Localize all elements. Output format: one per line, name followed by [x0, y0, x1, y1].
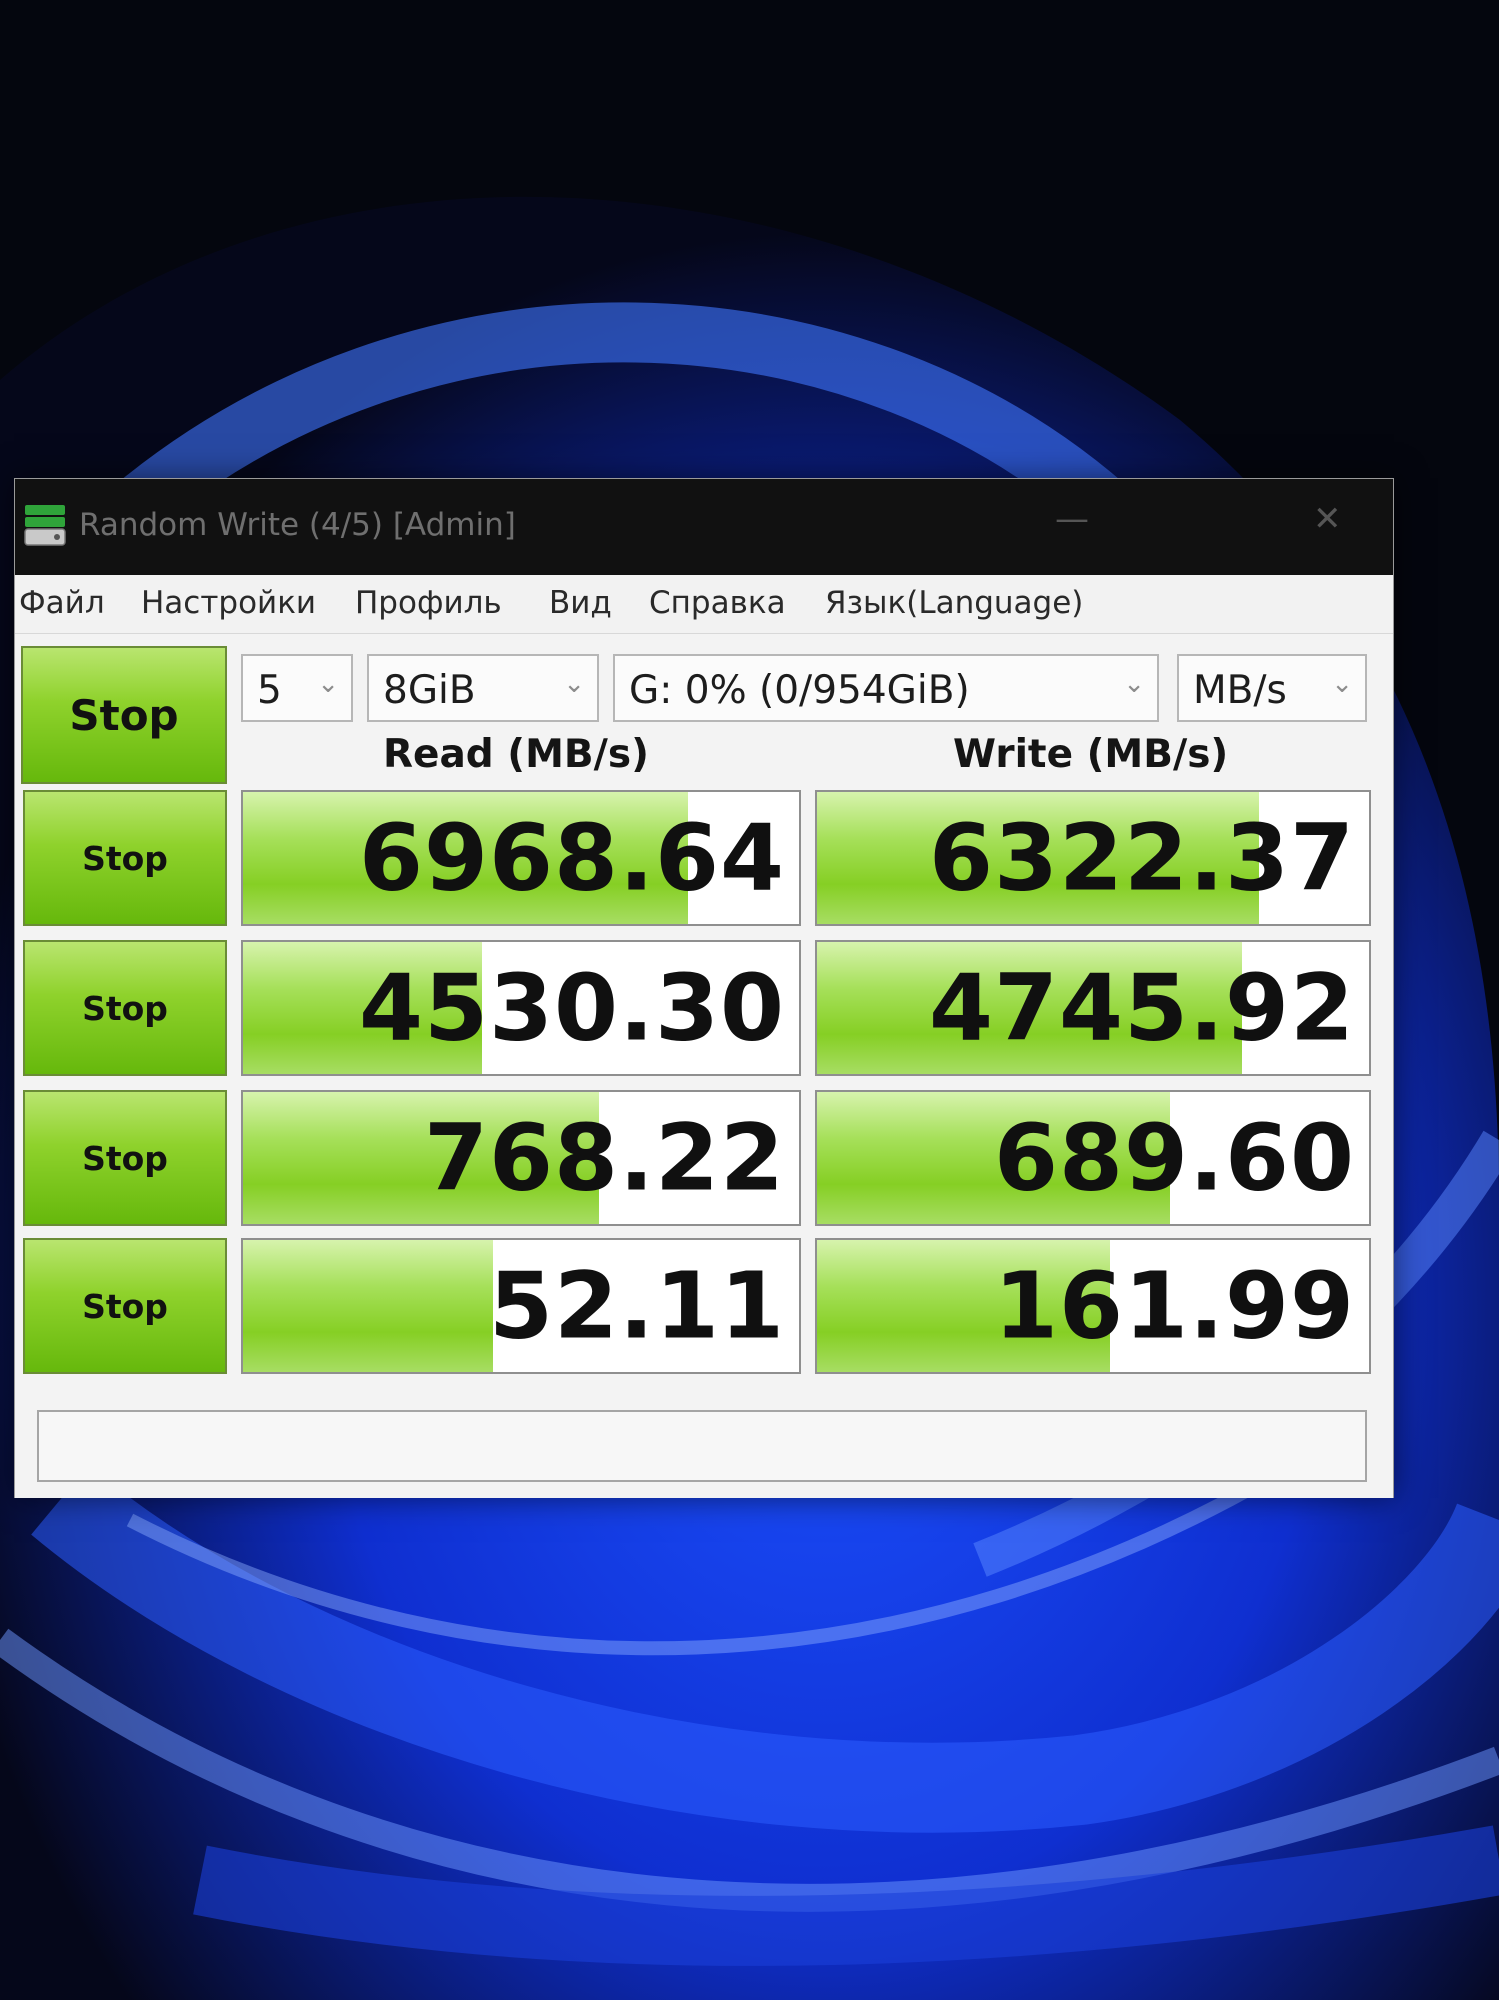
menu-help[interactable]: Справка	[649, 585, 786, 621]
chevron-down-icon: ⌄	[1331, 669, 1353, 699]
app-window: Random Write (4/5) [Admin] — ✕ Файл Наст…	[14, 478, 1394, 1498]
menu-profile[interactable]: Профиль	[355, 585, 502, 621]
unit-value: MB/s	[1193, 668, 1287, 713]
stop-test-button[interactable]: Stop	[23, 940, 227, 1076]
read-progress-bar	[243, 1240, 494, 1372]
read-speed-value: 52.11	[488, 1252, 785, 1360]
test-count-value: 5	[257, 668, 282, 713]
read-column-header: Read (MB/s)	[383, 732, 649, 777]
chevron-down-icon: ⌄	[1123, 669, 1145, 699]
status-bar	[37, 1410, 1367, 1482]
write-result-cell: 6322.37	[815, 790, 1371, 926]
drive-value: G: 0% (0/954GiB)	[629, 668, 970, 713]
stop-all-button[interactable]: Stop	[21, 646, 227, 784]
write-result-cell: 161.99	[815, 1238, 1371, 1374]
menu-bar: Файл Настройки Профиль Вид Справка Язык(…	[15, 575, 1393, 634]
test-count-select[interactable]: 5 ⌄	[241, 654, 353, 722]
minimize-button[interactable]: —	[1055, 499, 1089, 539]
close-button[interactable]: ✕	[1313, 499, 1342, 539]
write-speed-value: 161.99	[993, 1252, 1355, 1360]
write-speed-value: 6322.37	[928, 804, 1355, 912]
disk-app-icon	[24, 505, 66, 546]
chevron-down-icon: ⌄	[563, 669, 585, 699]
chevron-down-icon: ⌄	[317, 669, 339, 699]
write-speed-value: 4745.92	[928, 954, 1355, 1062]
drive-select[interactable]: G: 0% (0/954GiB) ⌄	[613, 654, 1159, 722]
menu-file[interactable]: Файл	[19, 585, 105, 621]
read-speed-value: 768.22	[423, 1104, 785, 1212]
read-result-cell: 6968.64	[241, 790, 801, 926]
test-size-select[interactable]: 8GiB ⌄	[367, 654, 599, 722]
benchmark-panel: Stop 5 ⌄ 8GiB ⌄ G: 0% (0/954GiB) ⌄ MB/s …	[15, 634, 1393, 1498]
write-result-cell: 689.60	[815, 1090, 1371, 1226]
menu-language[interactable]: Язык(Language)	[825, 585, 1083, 621]
read-result-cell: 52.11	[241, 1238, 801, 1374]
read-speed-value: 4530.30	[358, 954, 785, 1062]
write-column-header: Write (MB/s)	[953, 732, 1229, 777]
stop-test-button[interactable]: Stop	[23, 1238, 227, 1374]
stop-test-button[interactable]: Stop	[23, 790, 227, 926]
read-speed-value: 6968.64	[358, 804, 785, 912]
menu-view[interactable]: Вид	[549, 585, 612, 621]
write-result-cell: 4745.92	[815, 940, 1371, 1076]
menu-settings[interactable]: Настройки	[141, 585, 316, 621]
stop-test-button[interactable]: Stop	[23, 1090, 227, 1226]
read-result-cell: 768.22	[241, 1090, 801, 1226]
unit-select[interactable]: MB/s ⌄	[1177, 654, 1367, 722]
test-size-value: 8GiB	[383, 668, 476, 713]
write-speed-value: 689.60	[993, 1104, 1355, 1212]
window-title: Random Write (4/5) [Admin]	[79, 507, 516, 543]
title-bar[interactable]: Random Write (4/5) [Admin] — ✕	[15, 479, 1393, 575]
read-result-cell: 4530.30	[241, 940, 801, 1076]
